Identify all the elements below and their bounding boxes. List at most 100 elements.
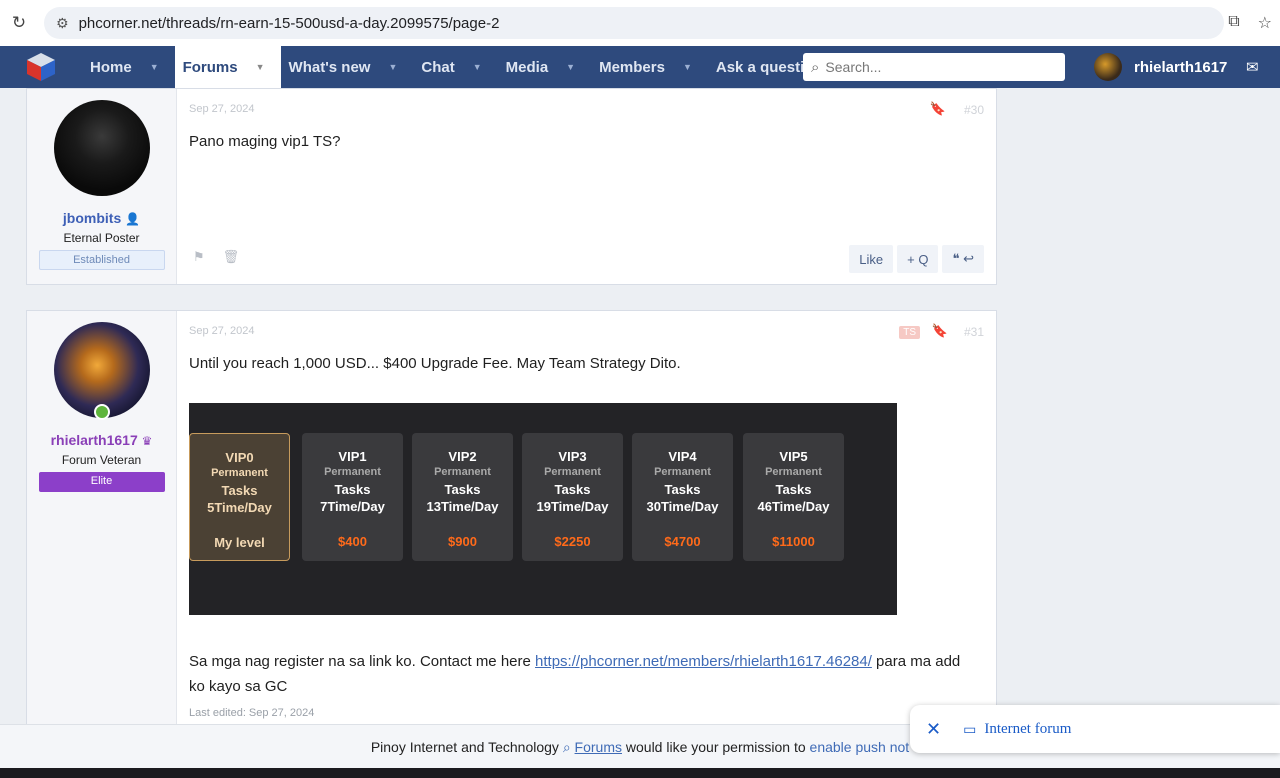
vip-tasks: Tasks bbox=[221, 483, 258, 498]
chevron-down-icon[interactable]: ▼ bbox=[683, 62, 692, 72]
browser-popup: ✕ ▭ Internet forum bbox=[910, 705, 1280, 753]
elite-badge-icon: ♛ bbox=[141, 434, 153, 448]
vip-permanent: Permanent bbox=[765, 466, 822, 478]
install-app-icon[interactable]: ⧉ bbox=[1228, 13, 1239, 33]
vip-price: My level bbox=[214, 535, 265, 550]
browser-right-icons: ⧉ ☆ bbox=[1228, 13, 1272, 33]
post-author-wrap: jbombits 👤 bbox=[27, 210, 176, 226]
nav-home[interactable]: Home ▼ bbox=[82, 46, 175, 88]
delete-trash-icon[interactable]: 🗑 bbox=[223, 249, 240, 265]
post-body: Until you reach 1,000 USD... $400 Upgrad… bbox=[189, 355, 681, 372]
report-flag-icon[interactable]: ⚑ bbox=[193, 249, 205, 265]
vip-card-1: VIP1 Permanent Tasks 7Time/Day $400 bbox=[302, 433, 403, 561]
post-author[interactable]: jbombits bbox=[63, 210, 121, 226]
nav-members[interactable]: Members ▼ bbox=[591, 46, 708, 88]
vip-name: VIP3 bbox=[558, 449, 587, 464]
chevron-down-icon[interactable]: ▼ bbox=[388, 62, 397, 72]
user-title: Eternal Poster bbox=[63, 231, 140, 245]
vip-permanent: Permanent bbox=[324, 466, 381, 478]
quote-reply-button[interactable]: ❝ ↩ bbox=[942, 245, 984, 273]
vip-card-3: VIP3 Permanent Tasks 19Time/Day $2250 bbox=[522, 433, 623, 561]
post-user-pane: rhielarth1617 ♛ Forum Veteran Elite bbox=[27, 311, 177, 729]
user-title: Forum Veteran bbox=[61, 453, 142, 467]
profile-link[interactable]: https://phcorner.net/members/rhielarth16… bbox=[535, 653, 872, 670]
post-author[interactable]: rhielarth1617 bbox=[51, 432, 138, 448]
reply-icon: ↩ bbox=[963, 251, 974, 266]
search-icon: ⌕ bbox=[811, 58, 820, 76]
nav-whats-new-label: What's new bbox=[288, 58, 371, 76]
bookmark-star-icon[interactable]: ☆ bbox=[1258, 13, 1272, 33]
magnifier-icon: ⌕ bbox=[562, 739, 575, 755]
url-text[interactable]: phcorner.net/threads/rn-earn-15-500usd-a… bbox=[79, 15, 500, 32]
forums-link[interactable]: Forums bbox=[575, 739, 622, 755]
post-date[interactable]: Sep 27, 2024 bbox=[189, 103, 254, 115]
nav-media[interactable]: Media ▼ bbox=[498, 46, 591, 88]
close-icon[interactable]: ✕ bbox=[926, 719, 941, 740]
nav-whats-new[interactable]: What's new ▼ bbox=[281, 46, 414, 88]
post-actions: Like + Q ❝ ↩ bbox=[849, 245, 984, 273]
post-number[interactable]: #30 bbox=[964, 103, 984, 117]
vip-card-0: VIP0 Permanent Tasks 5Time/Day My level bbox=[189, 433, 290, 561]
quote-icon: ❝ bbox=[952, 251, 960, 266]
site-settings-icon[interactable]: ⚙ bbox=[56, 15, 69, 32]
chevron-down-icon[interactable]: ▼ bbox=[566, 62, 575, 72]
vip-per-day: 46Time/Day bbox=[757, 499, 830, 514]
nav-members-label: Members bbox=[599, 58, 665, 76]
post-31: rhielarth1617 ♛ Forum Veteran Elite Sep … bbox=[26, 310, 997, 730]
nav-forums-label: Forums bbox=[182, 58, 238, 76]
nav-forums[interactable]: Forums ▼ bbox=[174, 46, 281, 88]
vip-name: VIP0 bbox=[225, 450, 254, 465]
post-date[interactable]: Sep 27, 2024 bbox=[189, 325, 254, 337]
address-bar[interactable]: ⚙ phcorner.net/threads/rn-earn-15-500usd… bbox=[44, 7, 1224, 39]
nav-home-label: Home bbox=[90, 58, 132, 76]
post-content: Sep 27, 2024 TS 🔖 #31 Until you reach 1,… bbox=[177, 311, 996, 729]
reload-icon[interactable]: ↻ bbox=[0, 13, 38, 33]
vip-card-4: VIP4 Permanent Tasks 30Time/Day $4700 bbox=[632, 433, 733, 561]
search-input[interactable] bbox=[825, 59, 1046, 75]
inbox-icon[interactable]: ✉ bbox=[1246, 58, 1259, 76]
bookmark-icon[interactable]: 🔖 bbox=[932, 323, 948, 339]
vip-per-day: 30Time/Day bbox=[646, 499, 719, 514]
vip-card-2: VIP2 Permanent Tasks 13Time/Day $900 bbox=[412, 433, 513, 561]
post-body-contact: Sa mga nag register na sa link ko. Conta… bbox=[189, 649, 979, 699]
chevron-down-icon[interactable]: ▼ bbox=[150, 62, 159, 72]
vip-name: VIP5 bbox=[779, 449, 808, 464]
chevron-down-icon[interactable]: ▼ bbox=[473, 62, 482, 72]
vip-price: $900 bbox=[448, 534, 477, 549]
avatar[interactable] bbox=[1094, 53, 1122, 81]
contact-text: Sa mga nag register na sa link ko. Conta… bbox=[189, 653, 536, 670]
account-username[interactable]: rhielarth1617 bbox=[1134, 59, 1227, 76]
post-number[interactable]: #31 bbox=[964, 325, 984, 339]
vip-levels-image: VIP0 Permanent Tasks 5Time/Day My level … bbox=[189, 403, 897, 615]
last-edited: Last edited: Sep 27, 2024 bbox=[189, 707, 315, 719]
chevron-down-icon[interactable]: ▼ bbox=[256, 62, 265, 72]
notif-prefix: Pinoy Internet and Technology bbox=[370, 739, 563, 755]
multi-quote-button[interactable]: + Q bbox=[897, 245, 939, 273]
post-content: Sep 27, 2024 🔖 #30 Pano maging vip1 TS? … bbox=[177, 89, 996, 284]
popup-label[interactable]: Internet forum bbox=[984, 721, 1071, 738]
notif-middle: would like your permission to bbox=[622, 739, 810, 755]
avatar[interactable] bbox=[53, 100, 150, 196]
vip-price: $4700 bbox=[664, 534, 701, 549]
vip-per-day: 19Time/Day bbox=[536, 499, 609, 514]
vip-price: $11000 bbox=[772, 534, 815, 549]
os-taskbar bbox=[0, 768, 1280, 778]
browser-toolbar: ↻ ⚙ phcorner.net/threads/rn-earn-15-500u… bbox=[0, 0, 1280, 46]
like-button[interactable]: Like bbox=[849, 245, 894, 273]
enable-push-link[interactable]: enable push not bbox=[810, 739, 910, 755]
vip-tasks: Tasks bbox=[775, 482, 812, 497]
vip-tasks: Tasks bbox=[444, 482, 481, 497]
nav-chat[interactable]: Chat ▼ bbox=[413, 46, 497, 88]
site-logo[interactable] bbox=[0, 46, 82, 88]
online-status-icon bbox=[93, 404, 110, 420]
account-menu[interactable]: rhielarth1617 bbox=[1094, 46, 1227, 88]
cube-logo-icon bbox=[27, 53, 55, 81]
post-author-wrap: rhielarth1617 ♛ bbox=[27, 432, 176, 448]
bookmark-icon[interactable]: 🔖 bbox=[930, 101, 946, 117]
search-box[interactable]: ⌕ bbox=[803, 53, 1065, 81]
avatar[interactable] bbox=[53, 322, 150, 420]
vip-permanent: Permanent bbox=[544, 466, 601, 478]
vip-per-day: 5Time/Day bbox=[207, 500, 272, 515]
vip-permanent: Permanent bbox=[654, 466, 711, 478]
vip-tasks: Tasks bbox=[554, 482, 591, 497]
